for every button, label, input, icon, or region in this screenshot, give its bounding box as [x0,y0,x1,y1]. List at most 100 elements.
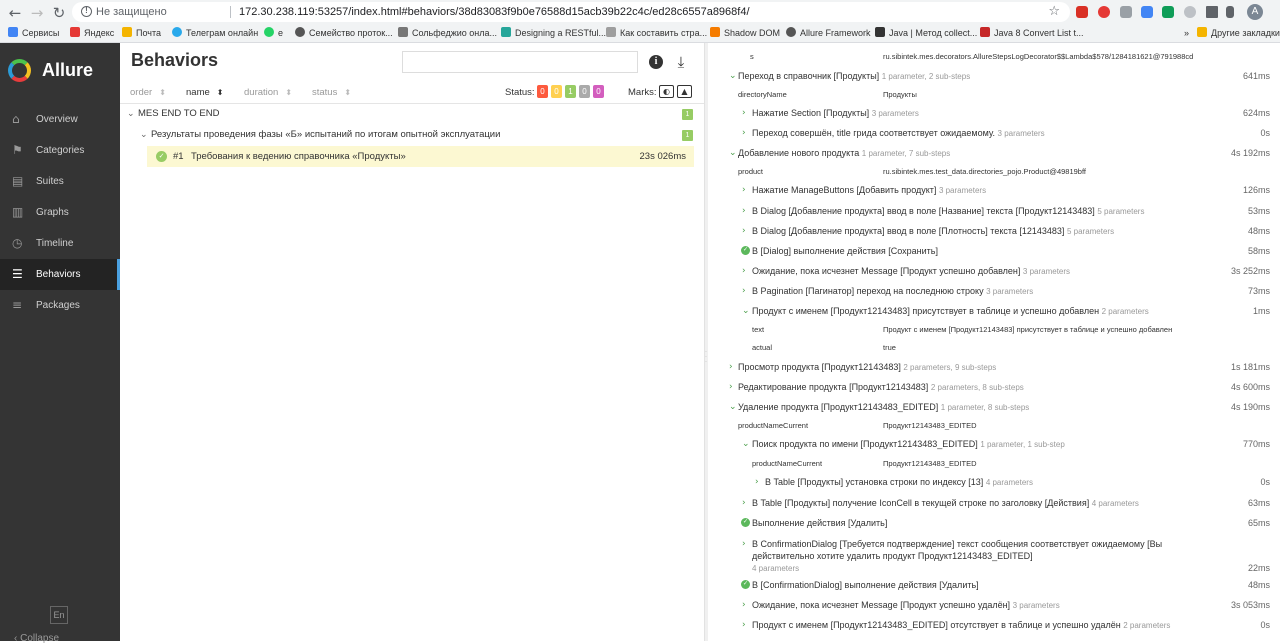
chevron-right-icon: › [742,498,746,508]
reload-icon[interactable]: ↻ [50,4,68,22]
sidebar-item-behaviors[interactable]: ☰ Behaviors [0,259,120,290]
extension-translate-icon[interactable] [1141,6,1153,18]
status-failed-toggle[interactable]: 0 [537,85,548,98]
extension-gray-icon[interactable] [1120,6,1132,18]
bookmark-item[interactable]: Allure Framework [786,27,871,39]
passed-check-icon: ✓ [156,151,167,162]
status-skipped-toggle[interactable]: 0 [579,85,590,98]
chevron-right-icon: › [729,362,733,372]
extension-clock-icon[interactable] [1184,6,1196,18]
bookmark-item[interactable]: Java 8 Convert List t... [980,27,1084,39]
bookmark-item[interactable]: Другие закладки [1197,27,1280,39]
sort-name[interactable]: name ⬍ [186,87,223,98]
chevron-right-icon: › [742,539,746,549]
back-icon[interactable]: ← [6,4,24,22]
test-result-pane: s ru.sibintek.mes.decorators.AllureStepsL… [708,43,1280,641]
bookmark-item[interactable]: е [264,27,283,39]
sidebar-item-overview[interactable]: ⌂ Overview [0,104,120,135]
test-case-row[interactable]: ✓ #1 Требования к ведению справочника «П… [147,146,694,167]
chevron-down-icon: ⌄ [729,402,737,412]
url-text[interactable]: 172.30.238.119:53257/index.html#behavior… [239,2,750,22]
sort-status[interactable]: status ⬍ [312,87,351,98]
home-icon: ⌂ [12,112,20,126]
bookmark-item[interactable]: Сольфеджио онла... [398,27,497,39]
sidebar-item-suites[interactable]: ▤ Suites [0,166,120,197]
tree-epic-row[interactable]: ⌄ MES END TO END 1 [120,104,704,124]
brand-name: Allure [42,60,94,80]
chevron-down-icon: ⌄ [127,109,135,119]
packages-icon: ≡ [12,298,23,312]
sidebar-item-categories[interactable]: ⚑ Categories [0,135,120,166]
test-case-duration: 23s 026ms [639,151,686,162]
behaviors-pane: Behaviors i ⤓ order ⬍ name ⬍ duration ⬍ sta… [120,43,704,641]
chevron-right-icon: › [742,206,746,216]
status-passed-toggle[interactable]: 1 [565,85,576,98]
test-case-number: #1 [173,151,184,162]
chevron-right-icon: › [755,477,759,487]
sort-duration[interactable]: duration ⬍ [244,87,292,98]
extension-opera-icon[interactable] [1098,6,1110,18]
cube-icon [501,27,511,37]
marks-label: Marks: [628,87,657,98]
yandex-icon [70,27,80,37]
count-badge: 1 [682,130,693,141]
chevron-right-icon: › [742,108,746,118]
bookmark-item[interactable]: Яндекс [70,27,114,39]
document-icon [606,27,616,37]
chevron-right-icon: › [742,600,746,610]
not-secure-label: Не защищено [96,6,167,18]
download-icon[interactable]: ⤓ [673,54,689,70]
apps-grid-icon [8,27,18,37]
status-broken-toggle[interactable]: 0 [551,85,562,98]
sidebar-item-timeline[interactable]: ◷ Timeline [0,228,120,259]
bookmark-item[interactable]: Семейство проток... [295,27,393,39]
sidebar: Allure ⌂ Overview ⚑ Categories ▤ Suites ▥ Gr… [0,43,120,644]
bookmarks-bar: Сервисы Яндекс Почта Телеграм онлайн е С… [0,24,1280,42]
sidebar-item-graphs[interactable]: ▥ Graphs [0,197,120,228]
tree-feature-row[interactable]: ⌄ Результаты проведения фазы «Б» испытан… [120,125,704,145]
media-control-icon[interactable] [1226,6,1234,18]
sort-bar: order ⬍ name ⬍ duration ⬍ status ⬍ Status: 0… [120,80,704,104]
extension-sheets-icon[interactable] [1162,6,1174,18]
list-icon: ☰ [12,267,23,281]
warning-mark-icon[interactable]: ▲ [677,85,692,98]
extension-adblock-icon[interactable] [1076,6,1088,18]
info-icon[interactable]: i [649,55,663,69]
whatsapp-icon [264,27,274,37]
flag-icon: ⚑ [12,143,23,157]
language-button[interactable]: En [50,606,68,624]
search-input[interactable] [402,51,638,73]
sidebar-item-packages[interactable]: ≡ Packages [0,290,120,321]
bookmark-item[interactable]: Designing a RESTful... [501,27,606,39]
bookmark-item[interactable]: Java | Метод collect... [875,27,977,39]
briefcase-icon: ▤ [12,174,24,188]
step-row[interactable]: › В ConfirmationDialog [Требуется подтве… [708,538,1280,582]
chevron-right-icon: › [729,382,733,392]
info-circle-icon[interactable]: ! [81,6,92,17]
bookmark-item[interactable]: Shadow DOM [710,27,780,39]
forward-icon[interactable]: → [28,4,46,22]
status-label: Status: [505,87,535,98]
bookmark-item[interactable]: Почта [122,27,161,39]
address-bar[interactable]: ! Не защищено 172.30.238.119:53257/index… [72,2,1070,22]
bookmark-item[interactable]: Сервисы [8,27,59,39]
chevron-right-icon: › [742,620,746,630]
bookmark-star-icon[interactable]: ☆ [1048,2,1060,22]
globe-icon [786,27,796,37]
chevron-down-icon: ⌄ [742,439,750,449]
chevron-down-icon: ⌄ [729,71,737,81]
extensions-puzzle-icon[interactable] [1206,6,1218,18]
chevron-right-icon: › [742,185,746,195]
profile-avatar[interactable]: A [1247,4,1263,20]
flaky-mark-icon[interactable]: ◐ [659,85,674,98]
bookmark-item[interactable]: Как составить стра... [606,27,707,39]
collapse-button[interactable]: ‹ Collapse [14,633,59,644]
bookmarks-more-icon[interactable]: » [1184,27,1189,39]
chevron-down-icon: ⌄ [729,148,737,158]
status-unknown-toggle[interactable]: 0 [593,85,604,98]
passed-check-icon: ✓ [741,246,750,255]
bookmark-item[interactable]: Телеграм онлайн [172,27,258,39]
sort-order[interactable]: order ⬍ [130,87,166,98]
sort-arrows-icon: ⬍ [216,88,224,97]
telegram-icon [172,27,182,37]
